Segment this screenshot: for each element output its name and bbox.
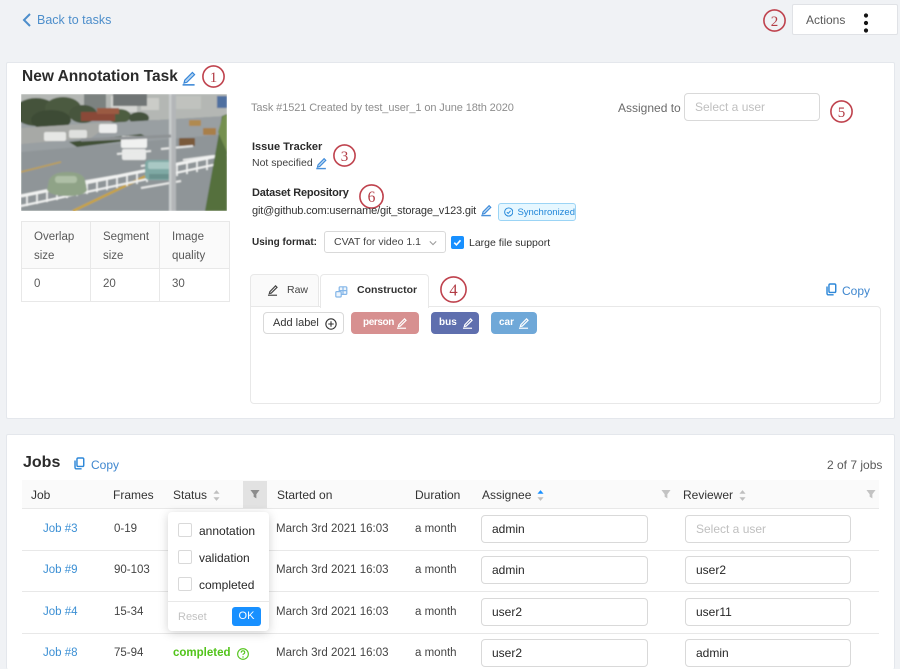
svg-text:4: 4: [449, 280, 457, 299]
svg-text:3: 3: [341, 149, 349, 165]
svg-text:1: 1: [210, 70, 218, 86]
svg-text:5: 5: [838, 105, 846, 121]
svg-text:2: 2: [771, 14, 779, 30]
svg-text:6: 6: [368, 189, 376, 206]
